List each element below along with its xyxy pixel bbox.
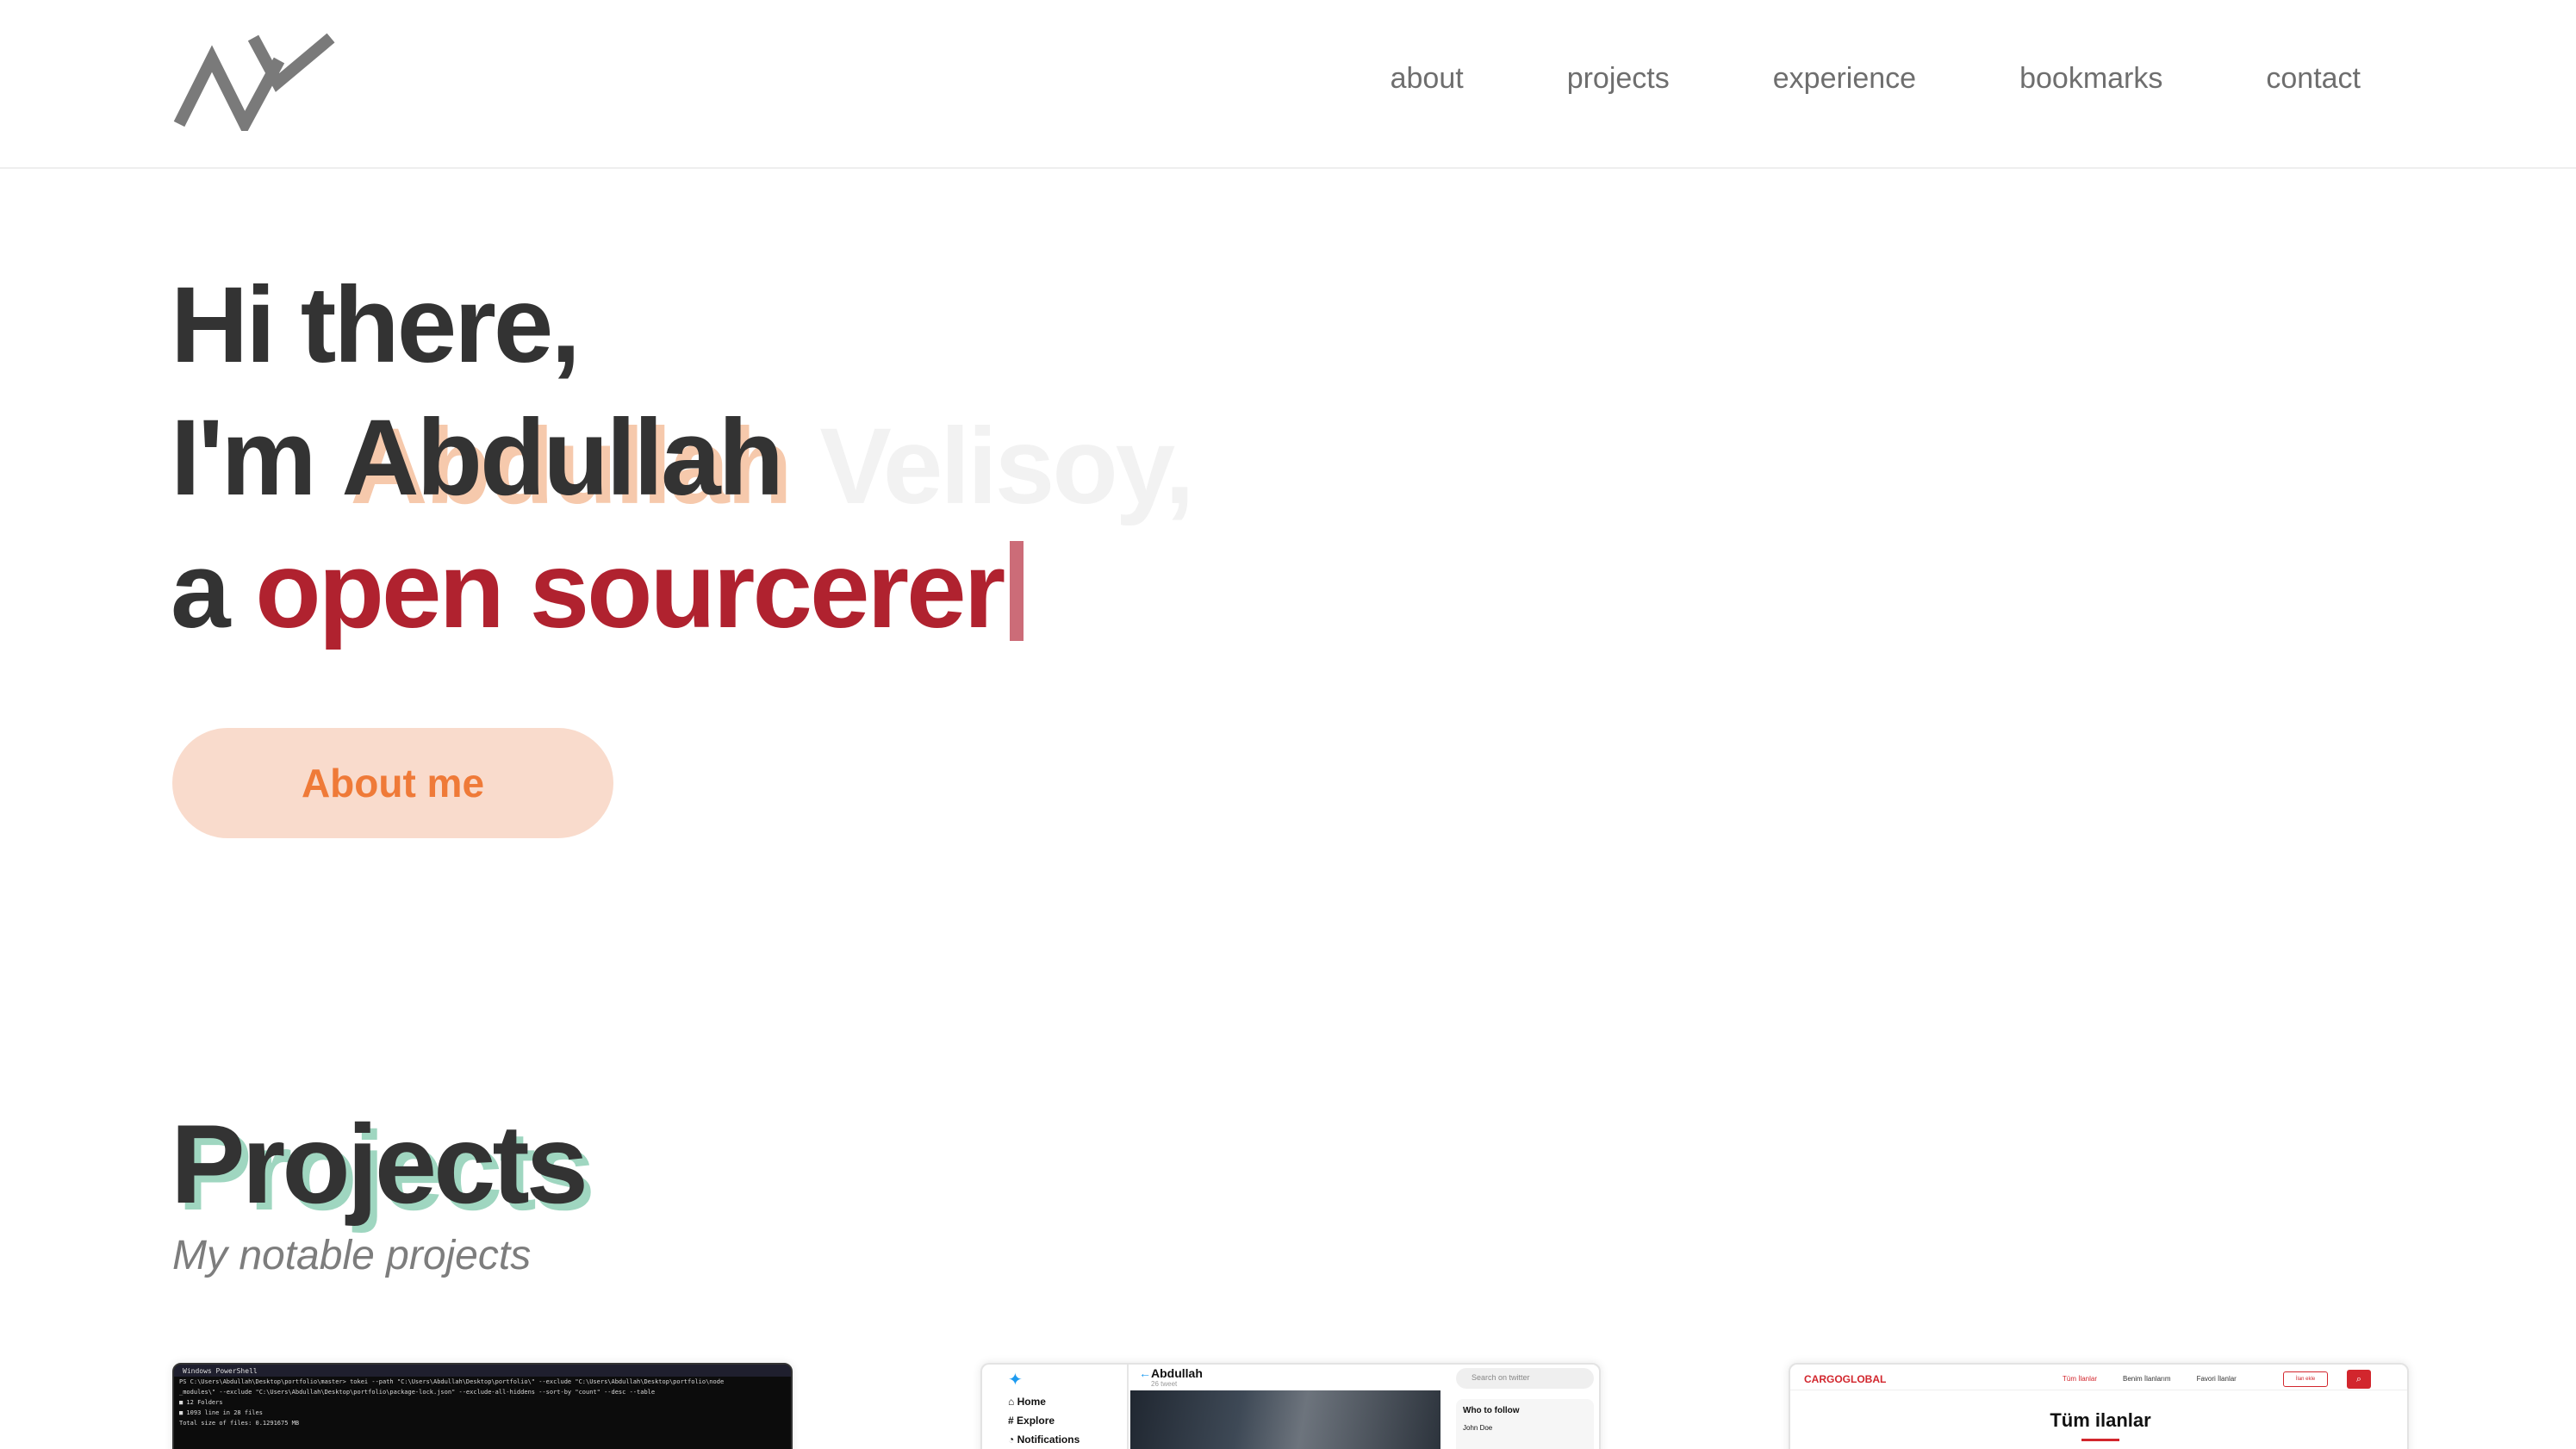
follow-suggestion: John Doe (1463, 1424, 1493, 1432)
main-nav: about projects experience bookmarks cont… (1391, 62, 2361, 96)
twitter-profile-header: ← Abdullah 26 tweet (1130, 1365, 1440, 1390)
twitter-profile-count: 26 tweet (1151, 1380, 1178, 1388)
cargo-logo: CARGOGLOBAL (1804, 1373, 1887, 1385)
hero-last-name-ghost: Velisoy, (819, 407, 1194, 526)
nav-projects[interactable]: projects (1567, 62, 1670, 96)
twitter-search: Search on twitter (1456, 1368, 1594, 1389)
projects-heading-text: Projects (171, 1101, 588, 1227)
hero-name-line: I'm Abdullah Velisoy, Abdullah (171, 396, 1195, 526)
hero-greeting: Hi there, (171, 265, 581, 385)
twitter-banner-image (1130, 1390, 1440, 1449)
twitter-nav-notifications: ◔ Notifications (1008, 1433, 1080, 1446)
nav-contact[interactable]: contact (2266, 62, 2361, 96)
terminal-line: ■ 1093 line in 28 files (179, 1409, 263, 1416)
nav-bookmarks[interactable]: bookmarks (2019, 62, 2162, 96)
cargo-search-icon: ⌕ (2347, 1370, 2371, 1389)
nav-experience[interactable]: experience (1773, 62, 1916, 96)
twitter-right-panel: Search on twitter Who to follow John Doe (1447, 1365, 1599, 1449)
hero-im: I'm (171, 398, 317, 518)
back-arrow-icon: ← (1139, 1366, 1151, 1380)
nav-about[interactable]: about (1391, 62, 1464, 96)
twitter-nav-home: ⌂ Home (1008, 1396, 1046, 1408)
project-card-twitter-clone[interactable]: ✦ ⌂ Home # Explore ◔ Notifications ← Abd… (980, 1363, 1601, 1449)
twitter-profile: ← Abdullah 26 tweet (1130, 1365, 1440, 1449)
cargo-add-button: İlan ekle (2283, 1371, 2328, 1387)
about-me-button[interactable]: About me (172, 728, 613, 838)
terminal-titlebar: Windows PowerShell (174, 1365, 791, 1377)
projects-heading: Projects Projects (171, 1099, 595, 1234)
typing-cursor (1010, 541, 1024, 641)
cargo-links: Tüm İlanlar Benim İlanlarım Favori İlanl… (2063, 1375, 2237, 1383)
projects-subtitle: My notable projects (172, 1233, 532, 1278)
cargo-link: Tüm İlanlar (2063, 1375, 2098, 1383)
terminal-line: ■ 12 Folders (179, 1399, 223, 1406)
hero-first-name: Abdullah (341, 398, 784, 518)
hero-name: Abdullah Velisoy, Abdullah (341, 396, 1194, 526)
cargo-navbar: CARGOGLOBAL Tüm İlanlar Benim İlanlarım … (1790, 1365, 2407, 1390)
project-cards: Windows PowerShell PS C:\Users\Abdullah\… (172, 1361, 2409, 1449)
twitter-nav-explore: # Explore (1008, 1415, 1055, 1427)
terminal-line: PS C:\Users\Abdullah\Desktop\portfolio\m… (179, 1378, 725, 1385)
terminal-line: Total size of files: 0.1291675 MB (179, 1420, 300, 1427)
av-logo-icon[interactable] (171, 31, 339, 131)
cargo-link: Favori İlanlar (2196, 1375, 2237, 1383)
hero-role-line: a open sourcerer (171, 529, 1024, 652)
site-header: about projects experience bookmarks cont… (0, 0, 2576, 169)
cargo-page-title: Tüm ilanlar (2050, 1409, 2151, 1431)
project-card-cargoglobal[interactable]: CARGOGLOBAL Tüm İlanlar Benim İlanlarım … (1789, 1363, 2409, 1449)
terminal-title: Windows PowerShell (183, 1366, 258, 1375)
terminal-line: _modules\" --exclude "C:\Users\Abdullah\… (179, 1389, 656, 1396)
twitter-sidebar: ✦ ⌂ Home # Explore ◔ Notifications (982, 1365, 1129, 1449)
hero-role: open sourcerer (255, 531, 1005, 650)
cargo-title-underline (2081, 1439, 2119, 1441)
who-to-follow: Who to follow John Doe (1456, 1399, 1594, 1449)
cargo-link: Benim İlanlarım (2123, 1375, 2171, 1383)
hero-article: a (171, 531, 231, 650)
twitter-profile-name: Abdullah (1151, 1366, 1203, 1380)
twitter-bird-icon: ✦ (1008, 1371, 1023, 1390)
project-card-portfolio[interactable]: Windows PowerShell PS C:\Users\Abdullah\… (172, 1363, 793, 1449)
